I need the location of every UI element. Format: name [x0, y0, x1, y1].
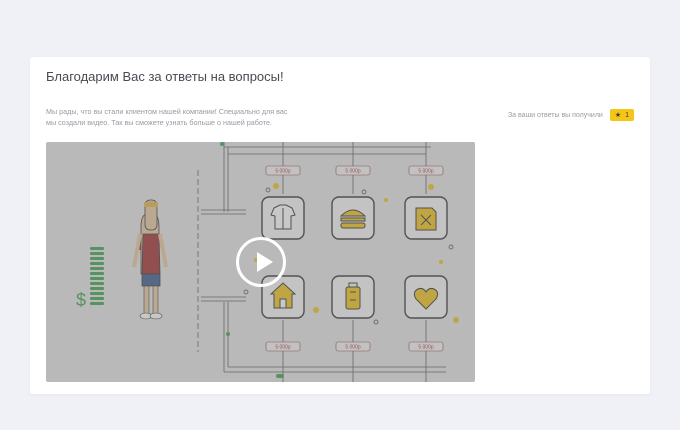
page-title: Благодарим Вас за ответы на вопросы! [46, 69, 284, 84]
reward-badge: ★ 1 [609, 109, 634, 121]
content-card: Благодарим Вас за ответы на вопросы! Мы … [30, 57, 650, 394]
description-line: мы создали видео. Так вы сможете узнать … [46, 118, 272, 127]
play-button[interactable] [236, 237, 286, 287]
page-description: Мы рады, что вы стали клиентом нашей ком… [46, 106, 306, 128]
reward-text: За ваши ответы вы получили [507, 111, 603, 119]
video-player[interactable]: 5 000р 5 000р 5 000р 5 000р 5 000р 5 000… [46, 142, 475, 382]
reward-info: За ваши ответы вы получили ★ 1 [508, 109, 634, 121]
reward-count: 1 [625, 111, 629, 119]
description-line: Мы рады, что вы стали клиентом нашей ком… [46, 107, 288, 116]
star-icon: ★ [614, 112, 622, 119]
